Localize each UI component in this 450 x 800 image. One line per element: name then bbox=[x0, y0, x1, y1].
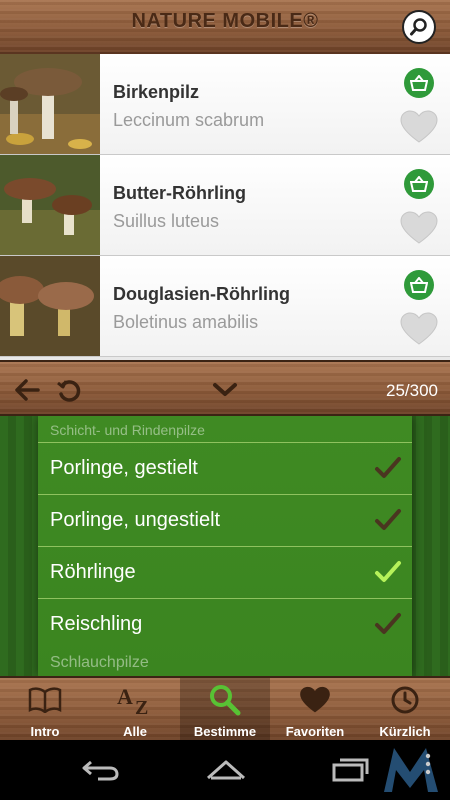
az-sort-icon: AZ bbox=[117, 684, 148, 716]
species-latin-name: Leccinum scabrum bbox=[113, 110, 265, 130]
watermark-logo-icon bbox=[384, 748, 438, 792]
favorite-heart-icon[interactable] bbox=[400, 110, 438, 144]
system-back-icon[interactable] bbox=[80, 756, 120, 782]
back-arrow-icon[interactable] bbox=[14, 378, 40, 402]
tab-alle[interactable]: AZ Alle bbox=[90, 678, 180, 740]
species-row[interactable]: Birkenpilz Leccinum scabrum bbox=[0, 54, 450, 155]
svg-text:A: A bbox=[117, 684, 133, 709]
species-latin-name: Boletinus amabilis bbox=[113, 312, 259, 332]
tab-favoriten[interactable]: Favoriten bbox=[270, 678, 360, 740]
system-recents-icon[interactable] bbox=[330, 756, 370, 782]
system-nav-bar bbox=[0, 740, 450, 800]
filter-section-header: Schicht- und Rindenpilze bbox=[50, 422, 205, 438]
app-logo: NATURE MOBILE® bbox=[131, 10, 319, 32]
filter-item[interactable]: Röhrlinge bbox=[38, 546, 412, 598]
favorite-heart-icon[interactable] bbox=[400, 211, 438, 245]
app-header: NATURE MOBILE® bbox=[0, 0, 450, 54]
clock-icon bbox=[391, 686, 419, 714]
reset-icon[interactable] bbox=[56, 378, 82, 404]
filter-item[interactable]: Porlinge, gestielt bbox=[38, 442, 412, 494]
chevron-down-icon[interactable] bbox=[212, 382, 238, 398]
species-list[interactable]: Birkenpilz Leccinum scabrum Butter-Röhrl… bbox=[0, 54, 450, 360]
favorite-heart-icon[interactable] bbox=[400, 312, 438, 346]
tab-label: Intro bbox=[30, 724, 60, 739]
species-photo bbox=[0, 155, 100, 255]
basket-icon bbox=[410, 75, 428, 91]
species-name: Butter-Röhrling bbox=[113, 183, 246, 203]
tab-label: Bestimme bbox=[193, 724, 257, 739]
basket-icon bbox=[410, 176, 428, 192]
filter-label: Porlinge, gestielt bbox=[50, 457, 198, 479]
basket-button[interactable] bbox=[404, 270, 434, 300]
heart-icon bbox=[300, 686, 330, 713]
system-home-icon[interactable] bbox=[205, 756, 247, 782]
list-toolbar: 25/300 bbox=[0, 360, 450, 416]
species-photo bbox=[0, 256, 100, 356]
checkmark-icon bbox=[375, 509, 401, 530]
filter-label: Röhrlinge bbox=[50, 561, 136, 583]
basket-icon bbox=[410, 277, 428, 293]
tab-intro[interactable]: Intro bbox=[0, 678, 90, 740]
checkmark-icon bbox=[375, 561, 401, 582]
species-name: Douglasien-Röhrling bbox=[113, 284, 290, 304]
tab-label: Alle bbox=[123, 724, 147, 739]
filter-label: Reischling bbox=[50, 613, 143, 635]
tab-label: Kürzlich bbox=[379, 724, 431, 739]
search-icon bbox=[410, 18, 427, 36]
svg-text:Z: Z bbox=[135, 697, 148, 716]
species-latin-name: Suillus luteus bbox=[113, 211, 220, 231]
result-count: 25/300 bbox=[386, 381, 438, 400]
species-name: Birkenpilz bbox=[113, 82, 200, 102]
basket-button[interactable] bbox=[404, 169, 434, 199]
magnifier-icon bbox=[210, 685, 241, 716]
species-photo bbox=[0, 54, 100, 154]
tab-bestimme[interactable]: Bestimme bbox=[180, 678, 270, 740]
bottom-nav: Intro AZ Alle Bestimme Favoriten Kürzlic… bbox=[0, 676, 450, 740]
filter-list[interactable]: Schicht- und Rindenpilze Porlinge, gesti… bbox=[38, 416, 412, 676]
filter-section-header: Schlauchpilze bbox=[50, 654, 149, 671]
checkmark-icon bbox=[375, 457, 401, 478]
search-button[interactable] bbox=[402, 10, 436, 44]
filter-item[interactable]: Porlinge, ungestielt bbox=[38, 494, 412, 546]
species-row[interactable]: Douglasien-Röhrling Boletinus amabilis bbox=[0, 256, 450, 357]
book-icon bbox=[28, 687, 62, 713]
tab-kuerzlich[interactable]: Kürzlich bbox=[360, 678, 450, 740]
filter-label: Porlinge, ungestielt bbox=[50, 509, 221, 531]
basket-button[interactable] bbox=[404, 68, 434, 98]
species-row[interactable]: Butter-Röhrling Suillus luteus bbox=[0, 155, 450, 256]
tab-label: Favoriten bbox=[285, 724, 345, 739]
checkmark-icon bbox=[375, 613, 401, 634]
filter-item[interactable]: Reischling bbox=[38, 598, 412, 650]
filter-area: Schicht- und Rindenpilze Porlinge, gesti… bbox=[0, 416, 450, 676]
